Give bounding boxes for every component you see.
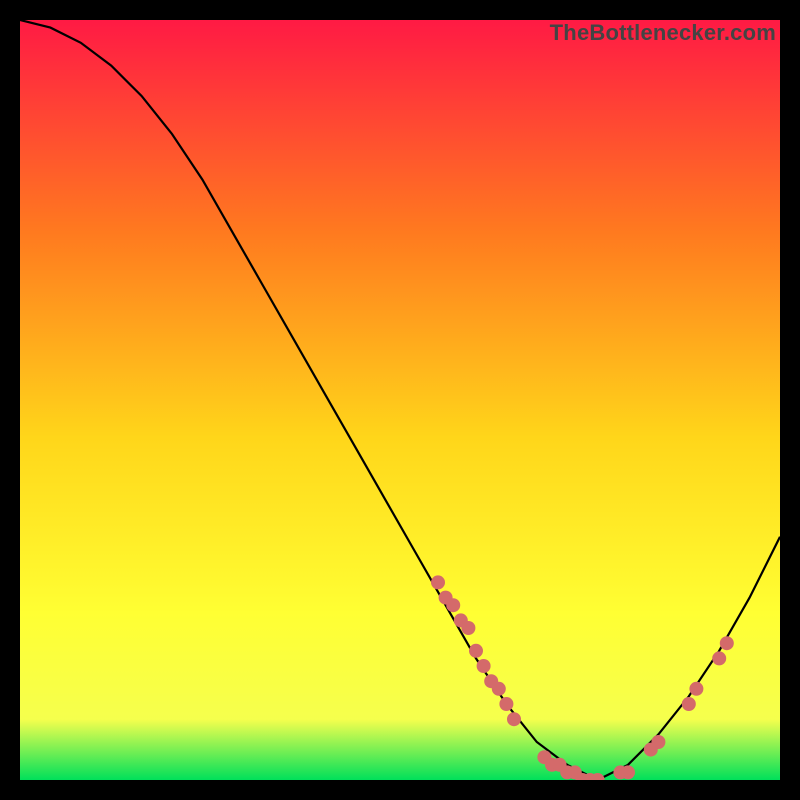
data-dot [469,644,483,658]
data-dot [651,735,665,749]
data-dot [689,682,703,696]
data-dot [499,697,513,711]
data-dot [712,651,726,665]
data-dot [461,621,475,635]
data-dot [507,712,521,726]
data-dot [621,765,635,779]
data-dot [492,682,506,696]
chart-frame: TheBottleneсker.com [20,20,780,780]
data-dot [720,636,734,650]
data-dot [446,598,460,612]
data-dot [431,575,445,589]
gradient-background [20,20,780,780]
chart-svg [20,20,780,780]
data-dot [477,659,491,673]
watermark-text: TheBottleneсker.com [550,20,776,46]
data-dot [682,697,696,711]
